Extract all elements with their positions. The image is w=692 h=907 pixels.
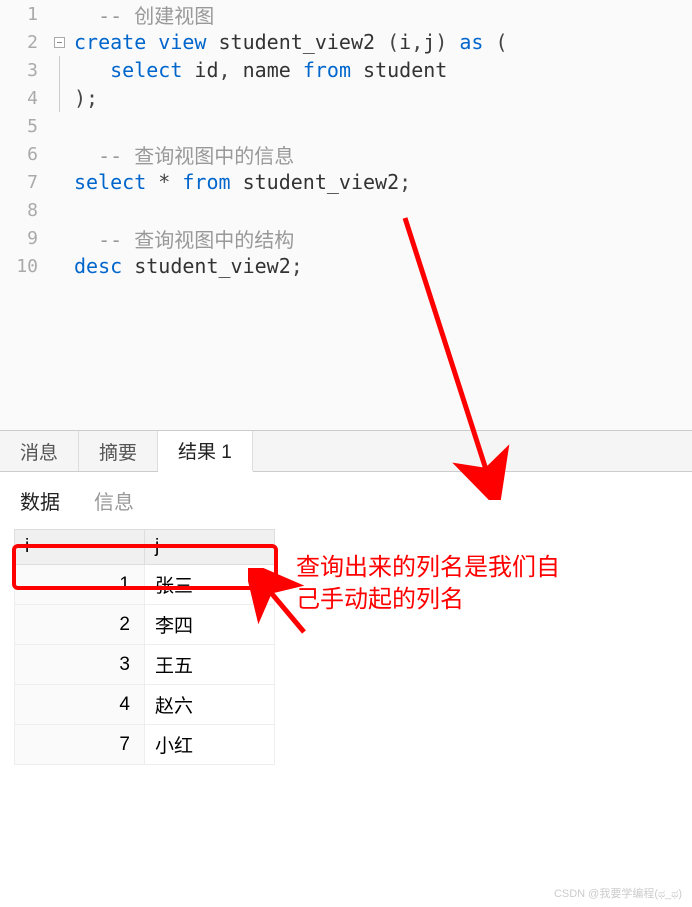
code-content[interactable]: -- 创建视图 — [68, 0, 214, 29]
code-line[interactable]: 8 — [0, 196, 692, 224]
code-content[interactable]: create view student_view2 (i,j) as ( — [68, 30, 508, 54]
code-content[interactable]: -- 查询视图中的结构 — [68, 224, 294, 253]
fold-toggle-icon[interactable] — [54, 37, 65, 48]
result-table[interactable]: ij1张三2李四3王五4赵六7小红 — [14, 529, 275, 765]
code-line[interactable]: 4); — [0, 84, 692, 112]
line-number: 4 — [0, 88, 50, 109]
cell-i[interactable]: 2 — [15, 605, 145, 645]
line-number: 1 — [0, 4, 50, 25]
code-line[interactable]: 5 — [0, 112, 692, 140]
cell-j[interactable]: 李四 — [145, 605, 275, 645]
fold-gutter — [50, 84, 68, 112]
code-line[interactable]: 1 -- 创建视图 — [0, 0, 692, 28]
code-line[interactable]: 2 create view student_view2 (i,j) as ( — [0, 28, 692, 56]
cell-i[interactable]: 4 — [15, 685, 145, 725]
line-number: 6 — [0, 144, 50, 165]
table-row[interactable]: 4赵六 — [15, 685, 275, 725]
cell-j[interactable]: 赵六 — [145, 685, 275, 725]
tab-result1[interactable]: 结果 1 — [158, 431, 253, 472]
annotation-text: 查询出来的列名是我们自 己手动起的列名 — [296, 552, 560, 617]
table-row[interactable]: 2李四 — [15, 605, 275, 645]
cell-j[interactable]: 小红 — [145, 725, 275, 765]
cell-j[interactable]: 张三 — [145, 565, 275, 605]
line-number: 9 — [0, 228, 50, 249]
fold-gutter — [50, 37, 68, 48]
line-number: 8 — [0, 200, 50, 221]
code-line[interactable]: 9 -- 查询视图中的结构 — [0, 224, 692, 252]
line-number: 7 — [0, 172, 50, 193]
sub-tabs: 数据信息 — [0, 472, 692, 525]
table-row[interactable]: 1张三 — [15, 565, 275, 605]
tab-summary[interactable]: 摘要 — [79, 431, 158, 471]
subtab-data[interactable]: 数据 — [18, 482, 62, 519]
table-row[interactable]: 7小红 — [15, 725, 275, 765]
watermark: CSDN @我要学编程(ಥ_ಥ) — [554, 885, 682, 901]
table-header-row: ij — [15, 530, 275, 565]
cell-i[interactable]: 1 — [15, 565, 145, 605]
column-header[interactable]: j — [145, 530, 275, 565]
code-line[interactable]: 6 -- 查询视图中的信息 — [0, 140, 692, 168]
code-editor[interactable]: 1 -- 创建视图 2 create view student_view2 (i,j… — [0, 0, 692, 430]
annotation-line-1: 查询出来的列名是我们自 — [296, 552, 560, 584]
code-content[interactable]: desc student_view2; — [68, 254, 303, 278]
code-line[interactable]: 3 select id, name from student — [0, 56, 692, 84]
annotation-line-2: 己手动起的列名 — [296, 584, 560, 616]
fold-gutter — [50, 56, 68, 84]
cell-j[interactable]: 王五 — [145, 645, 275, 685]
code-content[interactable]: ); — [68, 86, 98, 110]
code-line[interactable]: 7 select * from student_view2; — [0, 168, 692, 196]
line-number: 3 — [0, 60, 50, 81]
result-tabs: 消息摘要结果 1 — [0, 430, 692, 472]
column-header[interactable]: i — [15, 530, 145, 565]
tab-message[interactable]: 消息 — [0, 431, 79, 471]
line-number: 5 — [0, 116, 50, 137]
code-content[interactable]: select * from student_view2; — [68, 170, 411, 194]
code-content[interactable]: select id, name from student — [68, 58, 447, 82]
line-number: 2 — [0, 32, 50, 53]
cell-i[interactable]: 7 — [15, 725, 145, 765]
code-line[interactable]: 10 desc student_view2; — [0, 252, 692, 280]
code-content[interactable]: -- 查询视图中的信息 — [68, 140, 294, 169]
table-row[interactable]: 3王五 — [15, 645, 275, 685]
cell-i[interactable]: 3 — [15, 645, 145, 685]
subtab-info[interactable]: 信息 — [92, 482, 136, 519]
line-number: 10 — [0, 256, 50, 277]
